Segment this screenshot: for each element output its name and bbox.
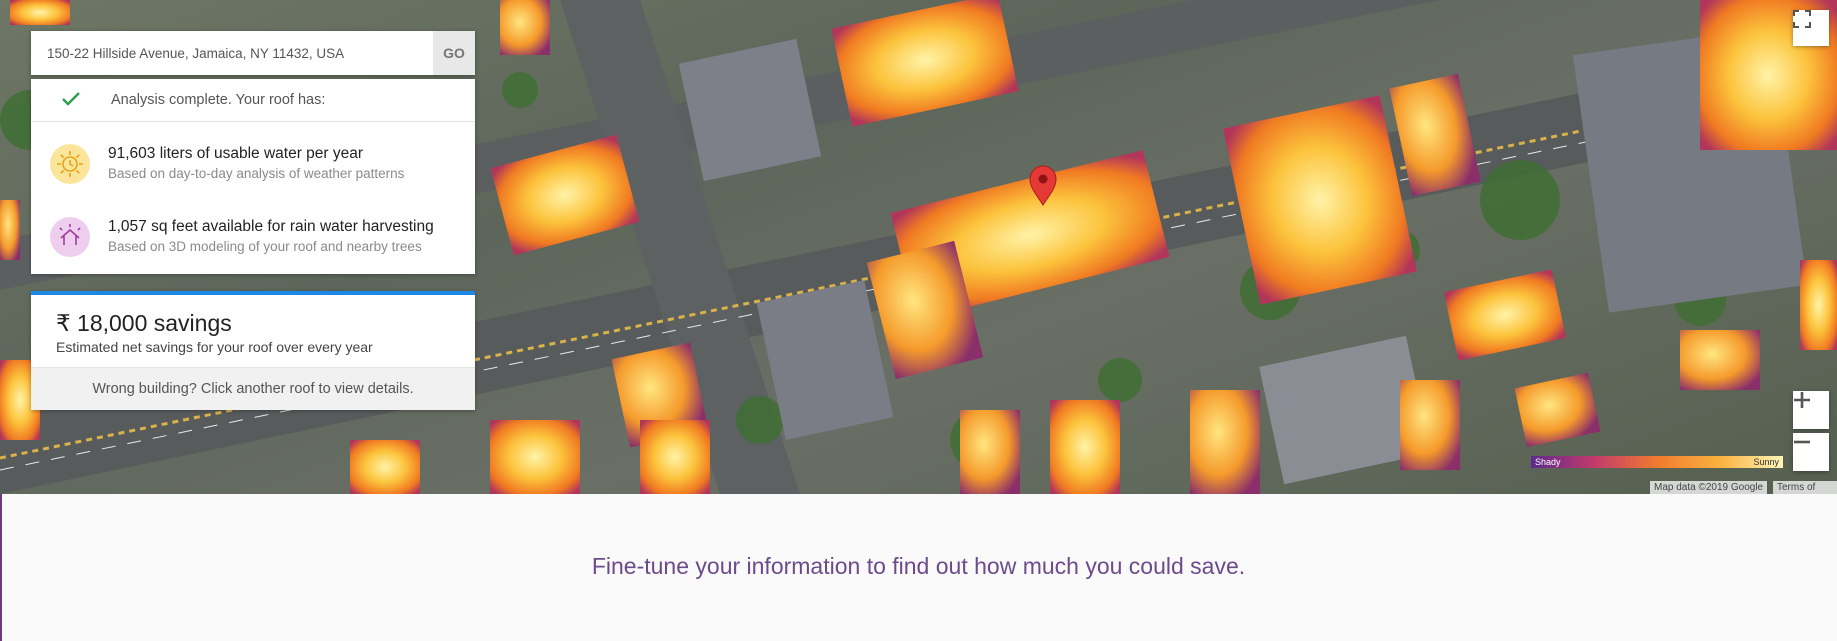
- fullscreen-icon: [1793, 10, 1811, 28]
- terms-of-use-link[interactable]: Terms of Use: [1773, 481, 1837, 494]
- water-stat-subtitle: Based on day-to-day analysis of weather …: [108, 166, 405, 181]
- area-stat-title: 1,057 sq feet available for rain water h…: [108, 218, 434, 235]
- house-icon: [50, 217, 90, 257]
- fine-tune-tagline: Fine-tune your information to find out h…: [591, 553, 1246, 579]
- fullscreen-button[interactable]: [1793, 10, 1829, 46]
- savings-description: Estimated net savings for your roof over…: [56, 339, 373, 355]
- minus-icon: [1794, 440, 1810, 444]
- checkmark-icon: [31, 89, 111, 112]
- analysis-panel: Analysis complete. Your roof has: 91,603…: [31, 79, 475, 274]
- plus-icon: [1794, 392, 1810, 408]
- area-stat-subtitle: Based on 3D modeling of your roof and ne…: [108, 239, 422, 254]
- sunlight-legend: Shady Sunny: [1531, 456, 1783, 468]
- analysis-status-text: Analysis complete. Your roof has:: [111, 92, 326, 108]
- water-stat-title: 91,603 liters of usable water per year: [108, 145, 364, 162]
- address-input[interactable]: [31, 31, 433, 75]
- zoom-out-button[interactable]: [1793, 433, 1829, 471]
- savings-amount: ₹ 18,000 savings: [56, 310, 232, 336]
- go-button[interactable]: GO: [433, 31, 475, 75]
- area-stat: 1,057 sq feet available for rain water h…: [31, 195, 475, 268]
- analysis-status: Analysis complete. Your roof has:: [31, 79, 475, 122]
- savings-card: ₹ 18,000 savings Estimated net savings f…: [31, 291, 475, 410]
- wrong-building-hint: Wrong building? Click another roof to vi…: [31, 367, 475, 410]
- legend-shady-label: Shady: [1535, 457, 1561, 467]
- zoom-in-button[interactable]: [1793, 391, 1829, 429]
- address-search-bar: GO: [31, 31, 475, 75]
- sun-icon: [50, 144, 90, 184]
- legend-sunny-label: Sunny: [1753, 457, 1779, 467]
- water-stat: 91,603 liters of usable water per year B…: [31, 122, 475, 195]
- map-attribution: Map data ©2019 Google: [1650, 481, 1768, 494]
